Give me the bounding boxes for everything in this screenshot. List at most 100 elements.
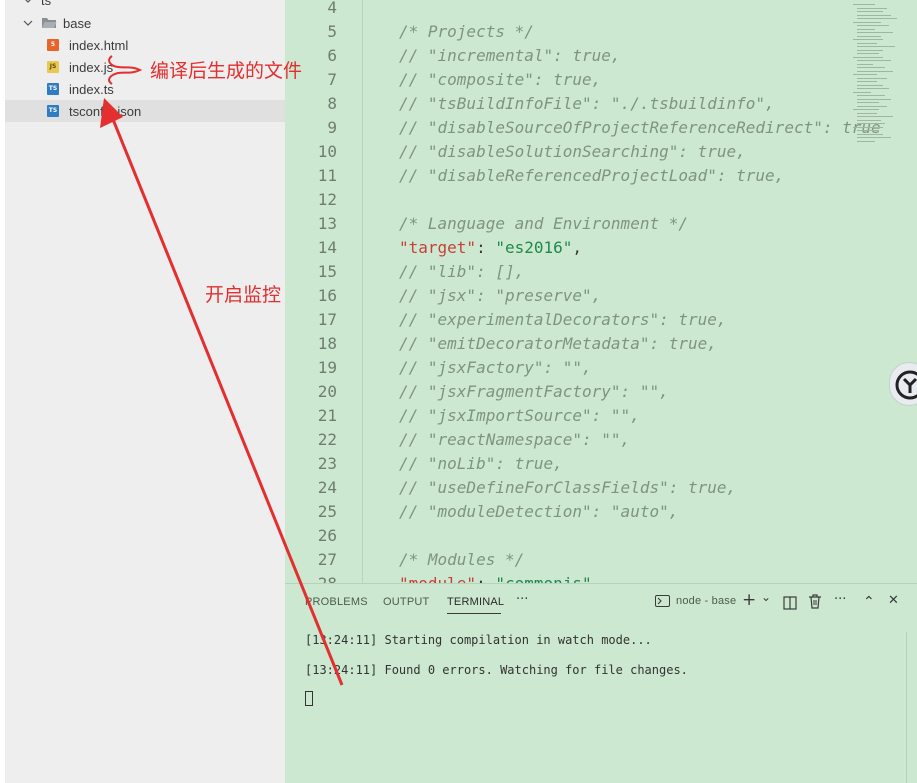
code-line: 12 — [285, 188, 845, 212]
line-number: 28 — [285, 572, 337, 583]
code-line: 10 // "disableSolutionSearching": true, — [285, 140, 845, 164]
json-key: "module" — [399, 574, 476, 583]
minimap-line — [853, 56, 883, 58]
code-text: // "disableReferencedProjectLoad": true, — [399, 166, 785, 185]
minimap-line — [857, 67, 885, 68]
minimap-line — [857, 133, 883, 135]
code-line: 24 // "useDefineForClassFields": true, — [285, 476, 845, 500]
minimap-line — [857, 46, 895, 47]
html-file-icon: 5 — [47, 39, 59, 51]
minimap-line — [857, 84, 883, 86]
maximize-panel-button[interactable]: ⌃ — [863, 594, 875, 610]
annotation-enable-watch: 开启监控 — [205, 284, 282, 306]
floating-assistant-button[interactable] — [889, 362, 917, 406]
js-file-icon: JS — [47, 61, 59, 73]
tree-root-label: ts — [41, 0, 52, 8]
add-terminal-button[interactable]: + — [742, 590, 756, 610]
code-line: 26 — [285, 524, 845, 548]
tree-file-label: index.ts — [69, 81, 114, 97]
line-number: 10 — [317, 142, 337, 161]
line-number: 22 — [317, 430, 337, 449]
tree-file-label: index.html — [69, 37, 129, 53]
tree-root-ts[interactable]: ts — [5, 0, 285, 11]
minimap-line — [857, 32, 893, 33]
code-text: "module": "commonjs", — [399, 572, 601, 583]
close-panel-button[interactable]: ✕ — [888, 593, 899, 608]
line-number: 25 — [317, 502, 337, 521]
line-number: 4 — [327, 0, 337, 17]
code-line: 25 // "moduleDetection": "auto", — [285, 500, 845, 524]
minimap-line — [857, 95, 885, 96]
code-text: // "reactNamespace": "", — [399, 430, 631, 449]
tab-output[interactable]: OUTPUT — [383, 596, 429, 608]
code-line: 19 // "jsxFactory": "", — [285, 356, 845, 380]
minimap[interactable] — [853, 0, 913, 160]
line-number: 12 — [317, 190, 337, 209]
line-number: 15 — [317, 262, 337, 281]
minimap-line — [853, 39, 883, 40]
code-text: // "jsx": "preserve", — [399, 286, 602, 305]
json-separator: : — [476, 238, 496, 257]
tree-folder-base[interactable]: base — [5, 12, 285, 34]
code-text: // "disableSolutionSearching": true, — [399, 142, 746, 161]
line-number: 17 — [317, 310, 337, 329]
tree-file-index-html[interactable]: 5 index.html — [5, 34, 285, 56]
panel-more-tabs-button[interactable]: ··· — [516, 592, 528, 607]
more-actions-button[interactable]: ··· — [834, 592, 846, 607]
json-separator: : — [476, 574, 495, 583]
code-editor[interactable]: 4 5 /* Projects */ 6// "incremental": true,… — [285, 0, 917, 583]
line-number: 18 — [317, 334, 337, 353]
code-line: 17 // "experimentalDecorators": true, — [285, 308, 845, 332]
code-line: 16 // "jsx": "preserve", — [285, 284, 845, 308]
code-line: 11 // "disableReferencedProjectLoad": tru… — [285, 164, 845, 188]
minimap-line — [857, 70, 893, 72]
code-text: // "moduleDetection": "auto", — [399, 502, 679, 521]
active-tab-indicator — [447, 613, 501, 614]
minimap-line — [857, 98, 891, 100]
terminal-icon — [655, 595, 670, 607]
tree-file-tsconfig[interactable]: TS tsconfig.json — [5, 100, 285, 122]
json-string: "commonjs" — [495, 574, 591, 583]
code-text: /* Modules */ — [399, 550, 525, 569]
code-text: // "useDefineForClassFields": true, — [399, 478, 737, 497]
code-line: 8 // "tsBuildInfoFile": "./.tsbuildinfo", — [285, 92, 845, 116]
split-icon[interactable] — [783, 595, 797, 614]
line-number: 19 — [317, 358, 337, 377]
minimap-line — [857, 137, 891, 138]
tab-terminal[interactable]: TERMINAL — [447, 596, 504, 608]
minimap-line — [857, 28, 875, 30]
minimap-line — [857, 11, 883, 12]
minimap-line — [857, 112, 877, 114]
line-number: 26 — [317, 526, 337, 545]
terminal-scrollbar[interactable] — [906, 632, 917, 783]
assistant-icon — [895, 370, 917, 400]
code-line: 14 "target": "es2016", — [285, 236, 845, 260]
line-number: 13 — [317, 214, 337, 233]
code-text: // "lib": [], — [399, 262, 525, 281]
chevron-down-icon[interactable]: ⌄ — [761, 590, 771, 604]
line-number: 16 — [317, 286, 337, 305]
line-number: 9 — [327, 118, 337, 137]
minimap-line — [853, 109, 879, 110]
tree-file-label: index.js — [69, 59, 114, 75]
line-number: 21 — [317, 406, 337, 425]
code-text: "target": "es2016", — [399, 236, 582, 260]
code-text: /* Projects */ — [399, 22, 534, 41]
minimap-line — [857, 81, 877, 82]
code-text: // "disableSourceOfProjectReferenceRedir… — [399, 118, 881, 137]
code-text: /* Language and Environment */ — [399, 214, 688, 233]
minimap-line — [857, 35, 881, 37]
code-line: 13 /* Language and Environment */ — [285, 212, 845, 236]
terminal-name[interactable]: node - base — [676, 595, 736, 607]
minimap-line — [857, 140, 875, 142]
json-punct: , — [592, 574, 602, 583]
minimap-line — [857, 116, 893, 117]
trash-icon[interactable] — [808, 594, 822, 613]
minimap-line — [857, 63, 873, 65]
terminal-cursor — [305, 691, 313, 706]
json-punct: , — [572, 238, 583, 257]
minimap-line — [857, 60, 891, 61]
minimap-line — [857, 77, 887, 79]
tab-problems[interactable]: PROBLEMS — [305, 596, 368, 608]
line-number: 8 — [327, 94, 337, 113]
